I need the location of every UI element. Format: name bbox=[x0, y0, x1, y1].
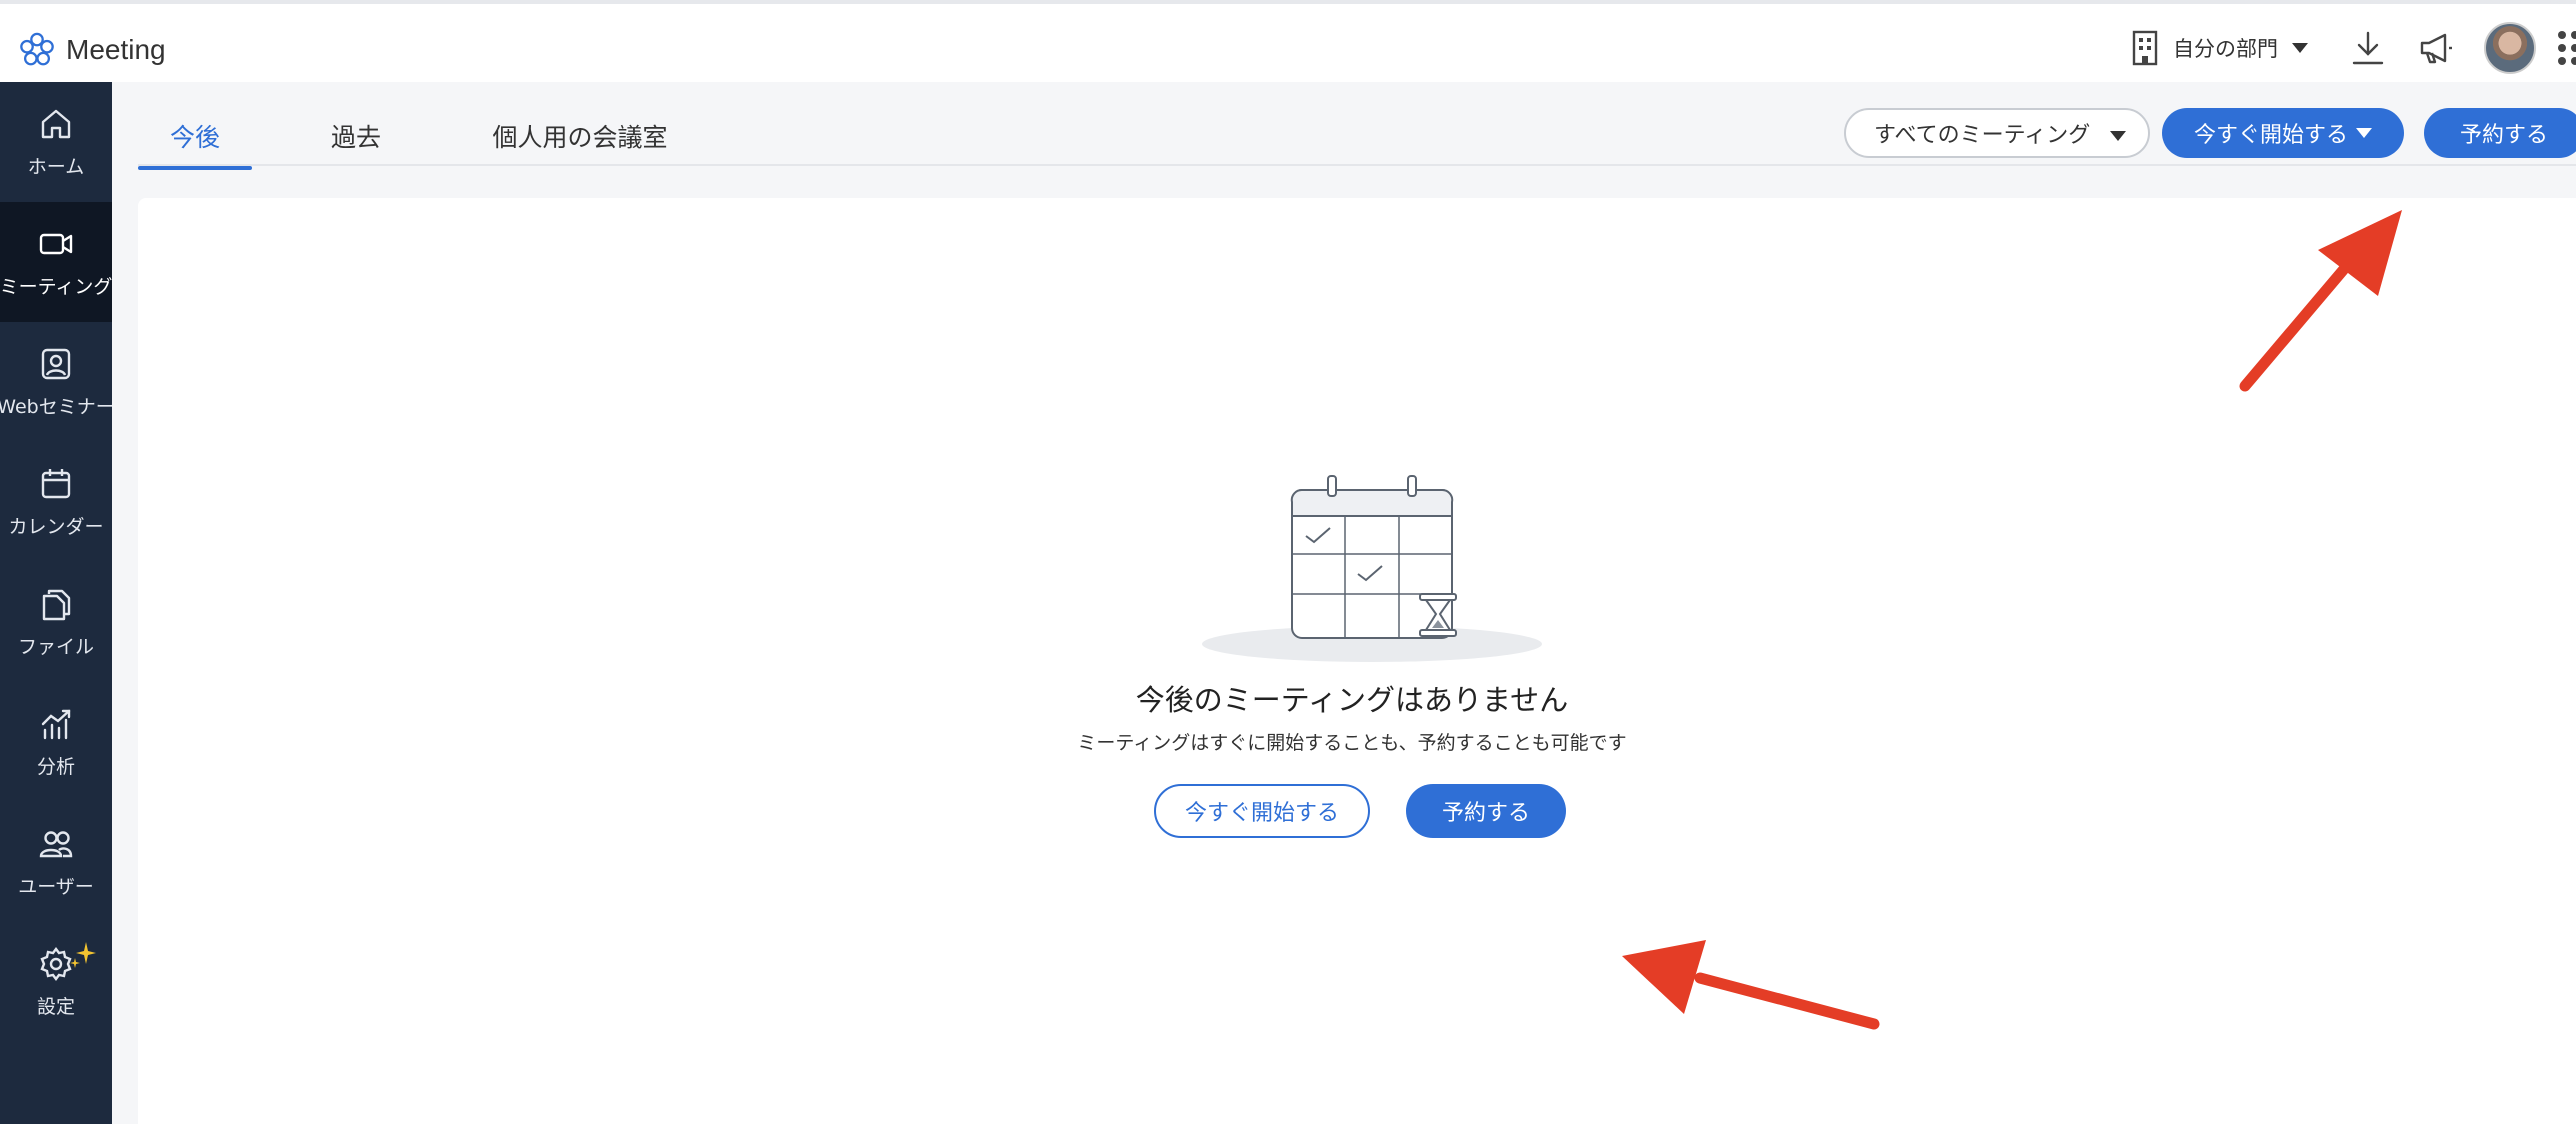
empty-state-title: 今後のミーティングはありません bbox=[1135, 683, 1569, 717]
home-icon bbox=[41, 109, 71, 138]
sidebar-item-settings[interactable]: 設定 bbox=[0, 922, 112, 1042]
video-icon bbox=[39, 233, 73, 254]
department-selector[interactable]: 自分の部門 bbox=[2131, 30, 2308, 66]
users-icon bbox=[39, 830, 73, 857]
analytics-icon bbox=[41, 709, 71, 739]
start-now-dropdown-button[interactable]: 今すぐ開始する bbox=[2162, 108, 2404, 158]
sidebar-item-calendar[interactable]: カレンダー bbox=[0, 442, 112, 562]
sidebar-item-label: ミーティング bbox=[0, 275, 112, 298]
start-now-button[interactable]: 今すぐ開始する bbox=[1154, 784, 1370, 838]
department-label: 自分の部門 bbox=[2173, 37, 2278, 61]
meeting-tabs: 今後 過去 個人用の会議室 bbox=[138, 102, 700, 170]
announcements-button[interactable] bbox=[2416, 28, 2456, 68]
app-logo[interactable]: Meeting bbox=[18, 30, 166, 70]
files-icon bbox=[42, 589, 71, 620]
sidebar-item-meetings[interactable]: ミーティング bbox=[0, 202, 112, 322]
sidebar-item-files[interactable]: ファイル bbox=[0, 562, 112, 682]
sidebar-item-home[interactable]: ホーム bbox=[0, 82, 112, 202]
sidebar-item-label: 分析 bbox=[36, 755, 75, 778]
tabs-divider bbox=[138, 164, 2576, 166]
sidebar-item-analytics[interactable]: 分析 bbox=[0, 682, 112, 802]
sparkle-icon bbox=[70, 942, 96, 968]
calendar-illustration bbox=[1202, 475, 1542, 662]
sidebar: ホーム ミーティング Webセミナー カレンダー ファイル 分析 ユーザー 設定 bbox=[0, 82, 112, 1124]
start-now-label: 今すぐ開始する bbox=[2193, 123, 2348, 148]
download-button[interactable] bbox=[2348, 28, 2388, 68]
sidebar-item-label: ホーム bbox=[27, 155, 85, 178]
chevron-down-icon bbox=[2292, 43, 2308, 53]
tab-past[interactable]: 過去 bbox=[282, 102, 430, 170]
empty-state-subtitle: ミーティングはすぐに開始することも、予約することも可能です bbox=[1077, 732, 1627, 754]
download-icon bbox=[2352, 31, 2384, 65]
top-bar: Meeting 自分の部門 bbox=[0, 0, 2576, 82]
sidebar-item-users[interactable]: ユーザー bbox=[0, 802, 112, 922]
megaphone-icon bbox=[2420, 33, 2452, 64]
main-area: 今後 過去 個人用の会議室 すべてのミーティング 今すぐ開始する 予約する 今後… bbox=[112, 82, 2576, 1124]
chevron-down-icon bbox=[2356, 128, 2372, 138]
avatar[interactable] bbox=[2484, 22, 2536, 74]
webinar-icon bbox=[41, 348, 71, 379]
sidebar-item-webinars[interactable]: Webセミナー bbox=[0, 322, 112, 442]
tab-upcoming[interactable]: 今後 bbox=[138, 102, 252, 170]
sidebar-item-label: Webセミナー bbox=[0, 395, 112, 418]
filter-value: すべてのミーティング bbox=[1874, 123, 2091, 148]
meeting-filter-dropdown[interactable]: すべてのミーティング bbox=[1844, 108, 2150, 158]
flower-logo-icon bbox=[20, 32, 54, 66]
calendar-icon bbox=[41, 468, 71, 498]
sidebar-item-label: ユーザー bbox=[18, 875, 94, 898]
sidebar-item-label: カレンダー bbox=[8, 515, 104, 538]
apps-grid-icon[interactable] bbox=[2558, 28, 2576, 68]
building-icon bbox=[2132, 30, 2158, 66]
sidebar-item-label: 設定 bbox=[36, 995, 75, 1018]
schedule-button[interactable]: 予約する bbox=[2424, 108, 2576, 158]
chevron-down-icon bbox=[2110, 131, 2126, 141]
sidebar-item-label: ファイル bbox=[17, 635, 94, 658]
tab-personal-room[interactable]: 個人用の会議室 bbox=[460, 102, 700, 170]
app-name: Meeting bbox=[66, 34, 166, 65]
schedule-button-empty-state[interactable]: 予約する bbox=[1406, 784, 1566, 838]
